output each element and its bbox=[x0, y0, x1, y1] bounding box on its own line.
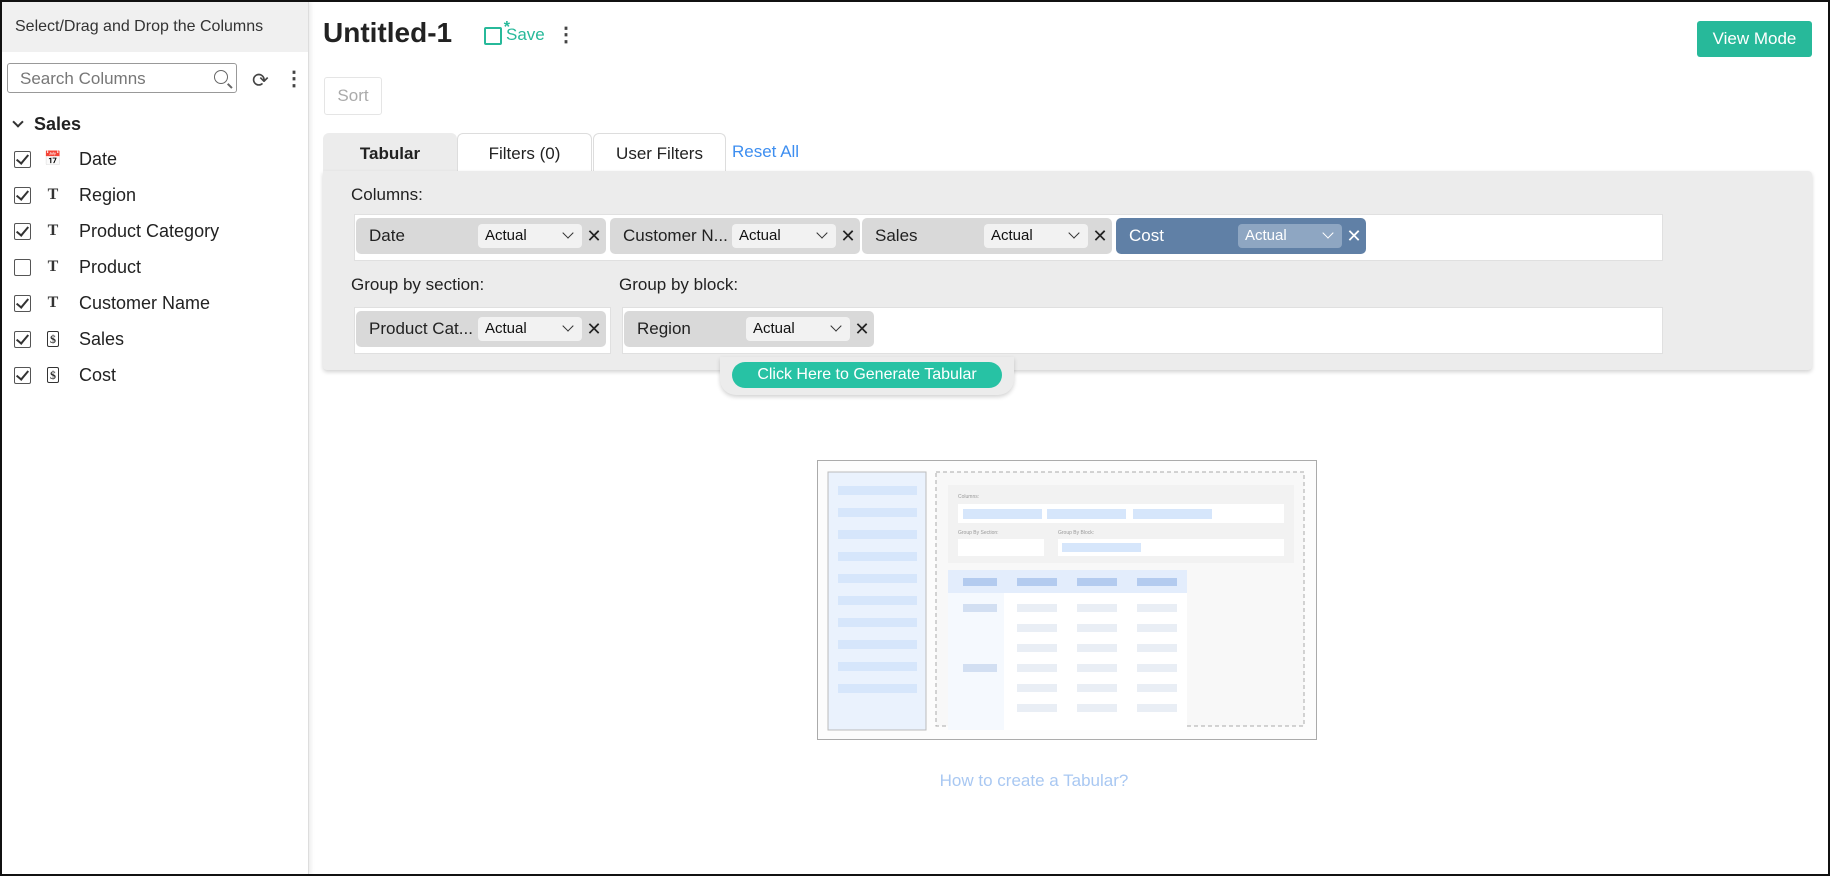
window-border bbox=[0, 0, 1830, 876]
